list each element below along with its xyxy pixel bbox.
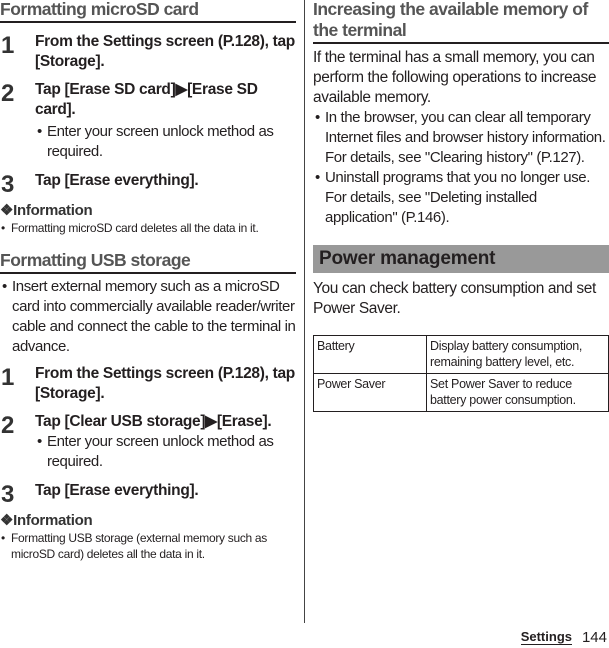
table-key: Power Saver — [313, 373, 427, 412]
column-divider — [304, 0, 305, 623]
info-item: • Formatting USB storage (external memor… — [0, 530, 296, 562]
step-text: Tap [Erase everything]. — [35, 172, 199, 189]
info-item-text: Formatting microSD card deletes all the … — [11, 221, 259, 235]
section-intro: You can check battery consumption and se… — [313, 280, 596, 317]
bullet-text: Insert external memory such as a microSD… — [12, 278, 296, 355]
power-management-band-title: Power management — [313, 245, 609, 273]
section-title: Increasing the available memory of the t… — [313, 0, 609, 44]
bullet-text: Uninstall programs that you no longer us… — [325, 169, 591, 226]
step-3: 3 Tap [Erase everything]. — [0, 171, 296, 198]
step-text: From the Settings screen (P.128), tap [S… — [35, 33, 295, 70]
step-text: From the Settings screen (P.128), tap [S… — [35, 365, 295, 402]
bullet-icon: • — [315, 109, 320, 126]
step-1: 1 From the Settings screen (P.128), tap … — [0, 32, 296, 72]
section-formatting-microsd: Formatting microSD card 1 From the Setti… — [0, 0, 296, 236]
info-item: • Formatting microSD card deletes all th… — [0, 220, 296, 236]
step-number: 3 — [1, 171, 15, 198]
table-row: Battery Display battery consumption, rem… — [313, 335, 609, 374]
step-2: 2 Tap [Clear USB storage]▶[Erase]. • Ent… — [0, 412, 296, 472]
bullet-icon: • — [2, 278, 7, 295]
table-value: Set Power Saver to reduce battery power … — [426, 373, 609, 412]
info-item-text: Formatting USB storage (external memory … — [11, 531, 268, 561]
step-2: 2 Tap [Erase SD card]▶[Erase SD card]. •… — [0, 80, 296, 162]
step-number: 2 — [1, 412, 15, 439]
table-key: Battery — [313, 335, 427, 374]
information-heading: ❖Information — [0, 512, 93, 529]
section-formatting-usb: Formatting USB storage • Insert external… — [0, 250, 296, 562]
table-value: Display battery consumption, remaining b… — [426, 335, 609, 374]
step-note: • Enter your screen unlock method as req… — [35, 432, 296, 472]
bullet-item: • In the browser, you can clear all temp… — [313, 108, 609, 168]
page-number: 144 — [581, 629, 607, 646]
bullet-icon: • — [37, 123, 42, 140]
step-number: 2 — [1, 80, 15, 107]
step-1: 1 From the Settings screen (P.128), tap … — [0, 364, 296, 404]
right-column: Increasing the available memory of the t… — [313, 0, 609, 412]
section-intro: If the terminal has a small memory, you … — [313, 49, 597, 106]
step-text: Tap [Clear USB storage]▶[Erase]. — [35, 413, 272, 430]
section-title: Formatting USB storage — [0, 250, 296, 274]
step-3: 3 Tap [Erase everything]. — [0, 481, 296, 508]
footer-section-label: Settings — [520, 629, 572, 645]
step-number: 1 — [1, 364, 15, 391]
step-note-text: Enter your screen unlock method as requi… — [47, 433, 274, 470]
section-power-management: Power management You can check battery c… — [313, 245, 609, 412]
bullet-icon: • — [315, 169, 320, 186]
step-note: • Enter your screen unlock method as req… — [35, 122, 296, 162]
bullet-item: • Insert external memory such as a micro… — [0, 277, 296, 357]
information-heading: ❖Information — [0, 202, 93, 219]
power-table: Battery Display battery consumption, rem… — [313, 335, 609, 412]
bullet-icon: • — [1, 531, 5, 545]
section-increasing-memory: Increasing the available memory of the t… — [313, 0, 609, 228]
bullet-text: In the browser, you can clear all tempor… — [325, 109, 606, 166]
step-number: 3 — [1, 481, 15, 508]
step-text: Tap [Erase SD card]▶[Erase SD card]. — [35, 81, 258, 118]
step-note-text: Enter your screen unlock method as requi… — [47, 123, 274, 160]
table-row: Power Saver Set Power Saver to reduce ba… — [313, 373, 609, 412]
left-column: Formatting microSD card 1 From the Setti… — [0, 0, 296, 562]
step-text: Tap [Erase everything]. — [35, 482, 199, 499]
bullet-icon: • — [1, 221, 5, 235]
bullet-item: • Uninstall programs that you no longer … — [313, 168, 609, 228]
section-title: Formatting microSD card — [0, 0, 296, 23]
bullet-icon: • — [37, 433, 42, 450]
step-number: 1 — [1, 32, 15, 59]
